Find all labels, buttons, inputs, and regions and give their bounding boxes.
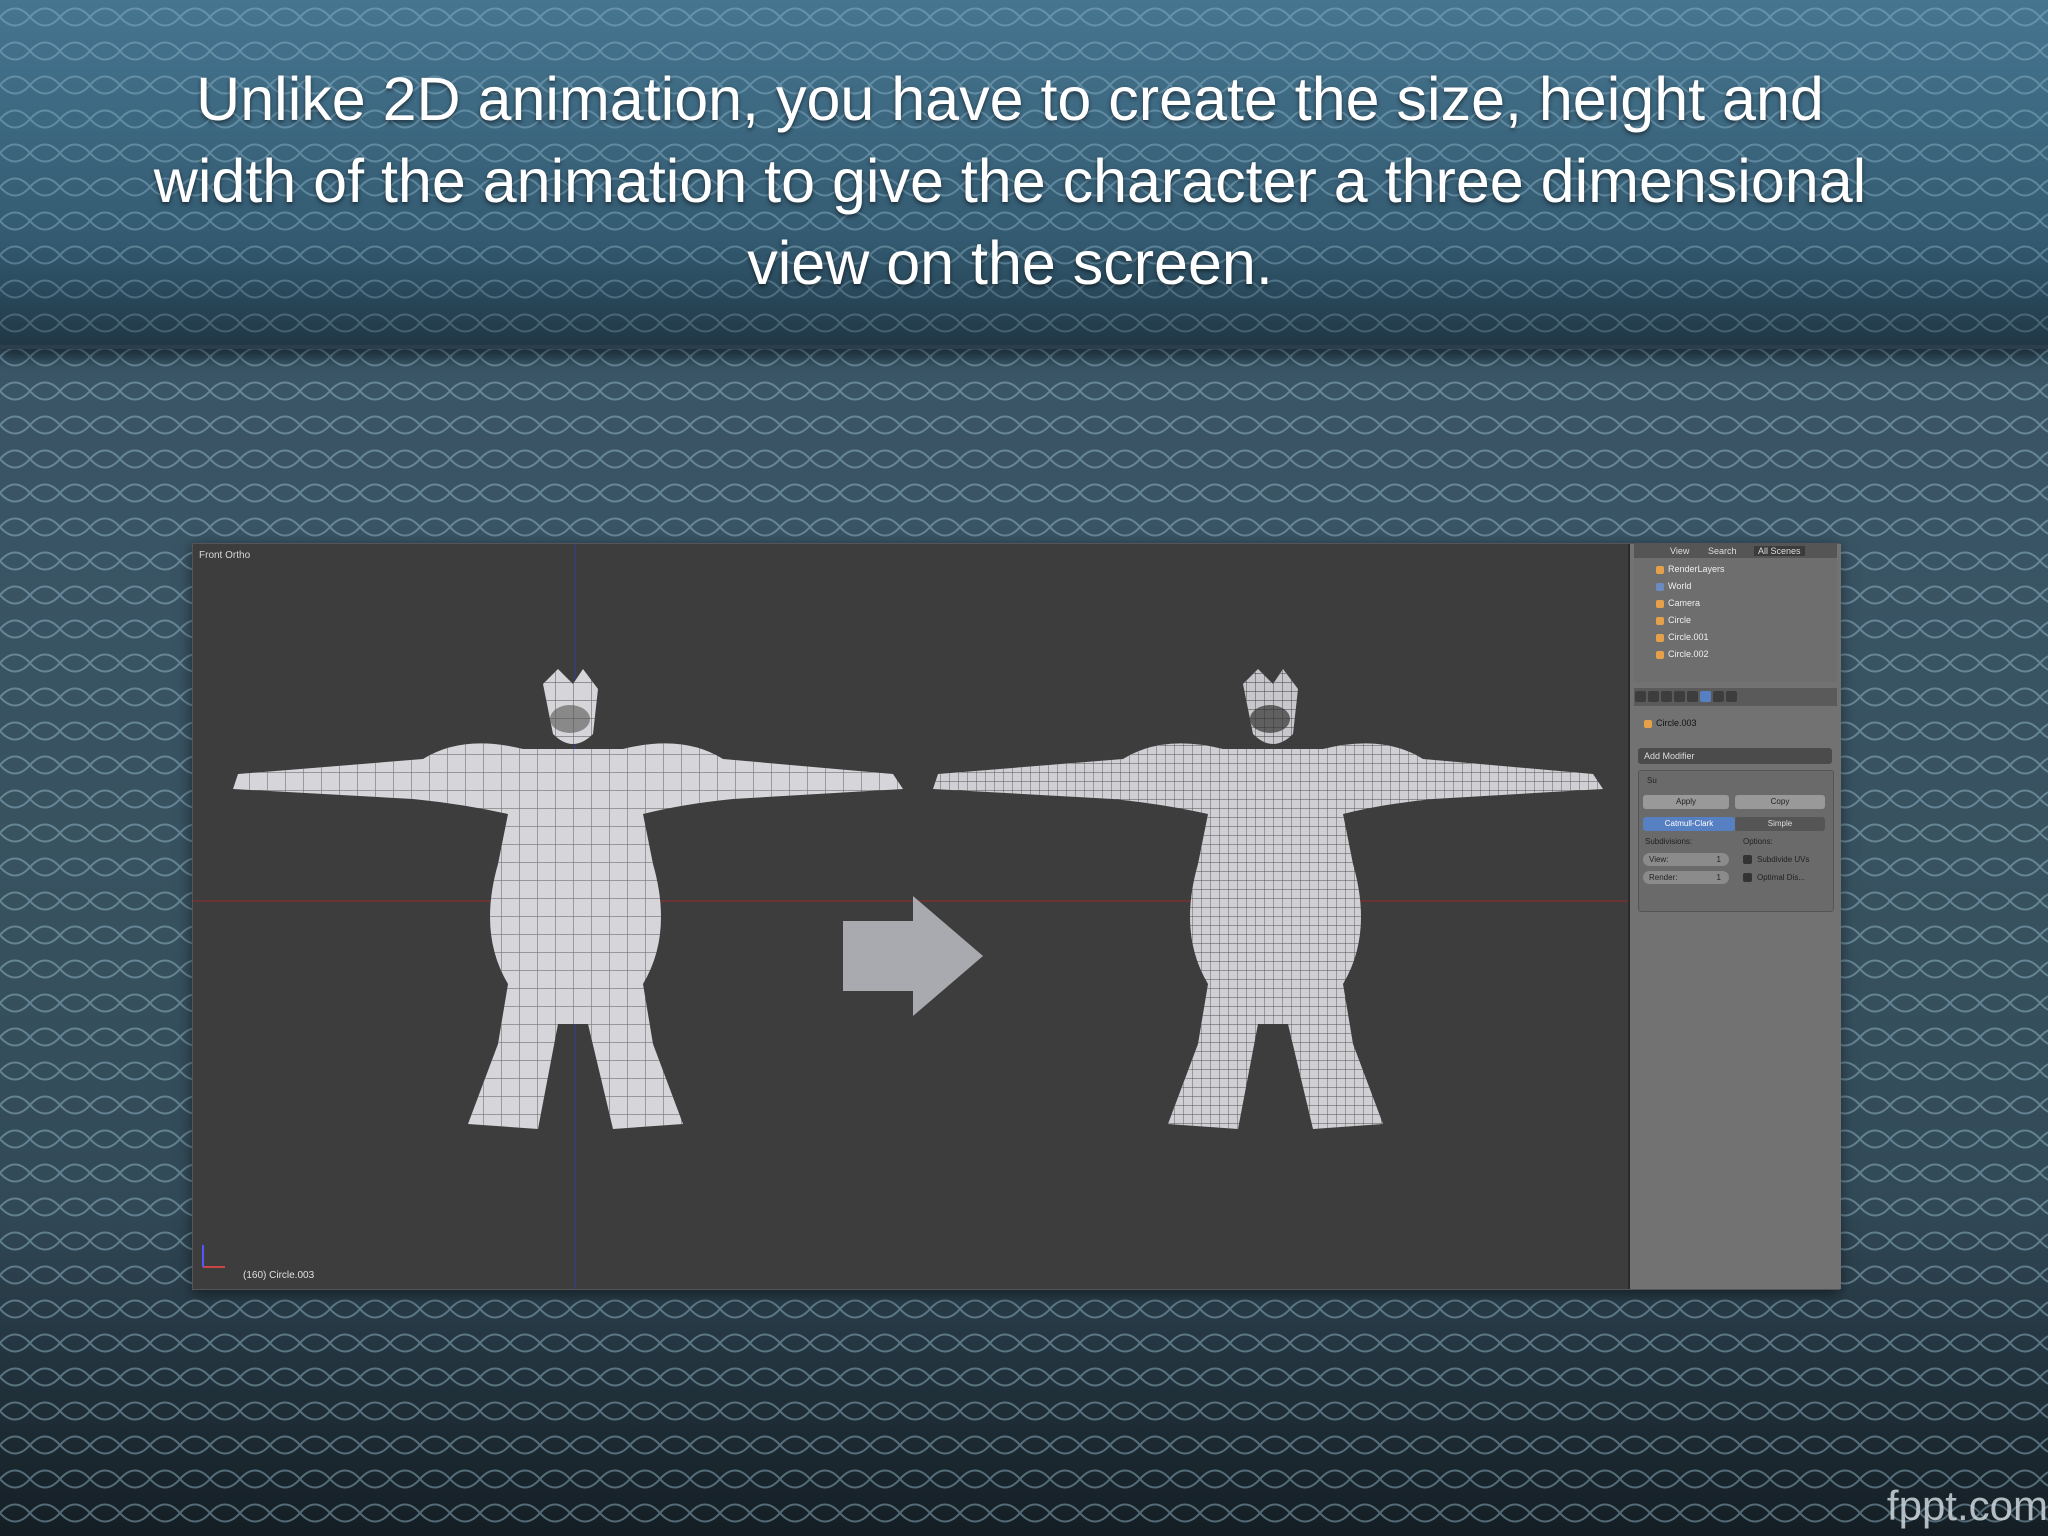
subsurf-modifier-panel: Su Apply Copy Catmull-Clark Simple Subdi… [1638,770,1834,912]
outliner-item-circle[interactable]: Circle [1656,615,1691,628]
subdivided-model [933,669,1603,1129]
tab-view[interactable]: View [1670,546,1689,556]
object-breadcrumb: Circle.003 [1644,718,1697,728]
view-levels-label: View: [1649,855,1669,864]
modifiers-tab-icon[interactable] [1700,691,1711,702]
mesh-icon [1656,650,1664,659]
world-tab-icon[interactable] [1661,691,1672,702]
modifier-name[interactable]: Su [1647,776,1657,785]
render-layers-icon [1656,565,1664,574]
outliner-item-label: World [1668,581,1692,591]
footer-brand: fppt.com [1886,1482,2048,1529]
render-levels-field[interactable]: Render: 1 [1643,871,1729,884]
low-poly-model [233,669,903,1129]
object-name: Circle.003 [1656,718,1697,728]
render-tab-icon[interactable] [1635,691,1646,702]
outliner-item-label: Circle.002 [1668,649,1709,659]
slide-title: Unlike 2D animation, you have to create … [153,65,1867,297]
object-icon [1644,719,1652,728]
object-tab-icon[interactable] [1674,691,1685,702]
view-levels-value: 1 [1716,855,1721,864]
copy-button[interactable]: Copy [1735,795,1825,809]
view-levels-field[interactable]: View: 1 [1643,853,1729,866]
scene-tab-icon[interactable] [1648,691,1659,702]
add-modifier-dropdown[interactable]: Add Modifier [1638,748,1832,764]
constraints-tab-icon[interactable] [1687,691,1698,702]
outliner-item-label: Circle.001 [1668,632,1709,642]
viewport-label: Front Ortho [199,550,251,561]
tab-all-scenes[interactable]: All Scenes [1754,546,1805,556]
outliner: View Search All Scenes RenderLayers Worl… [1634,544,1837,682]
data-tab-icon[interactable] [1713,691,1724,702]
properties-toolbar [1634,688,1837,706]
axis-gizmo-icon [202,1245,225,1268]
optimal-display-label: Optimal Dis... [1757,873,1806,882]
optimal-display-checkbox[interactable] [1743,873,1752,882]
outliner-item-circle-002[interactable]: Circle.002 [1656,649,1709,662]
frame-object-label: (160) Circle.003 [243,1270,315,1281]
outliner-item-label: RenderLayers [1668,564,1725,574]
catmull-clark-button[interactable]: Catmull-Clark [1643,817,1735,831]
outliner-item-label: Camera [1668,598,1701,608]
render-levels-value: 1 [1716,873,1721,882]
apply-button[interactable]: Apply [1643,795,1729,809]
outliner-item-label: Circle [1668,615,1692,625]
outliner-item-camera[interactable]: Camera [1656,598,1700,611]
subdivisions-label: Subdivisions: [1645,837,1693,846]
blender-screenshot: Front Ortho (160) Circle.003 View Search… [192,543,1841,1290]
options-label: Options: [1743,837,1773,846]
world-icon [1656,582,1664,591]
outliner-tabs: View Search All Scenes [1634,544,1837,558]
tab-search[interactable]: Search [1708,546,1737,556]
3d-viewport[interactable]: Front Ortho (160) Circle.003 [193,544,1628,1289]
camera-icon [1656,599,1664,608]
mesh-icon [1656,616,1664,625]
properties-panel: View Search All Scenes RenderLayers Worl… [1628,544,1841,1289]
material-tab-icon[interactable] [1726,691,1737,702]
simple-button[interactable]: Simple [1735,817,1825,831]
outliner-item-circle-001[interactable]: Circle.001 [1656,632,1709,645]
mesh-icon [1656,633,1664,642]
subdivide-uvs-checkbox[interactable] [1743,855,1752,864]
subdivide-uvs-label: Subdivide UVs [1757,855,1810,864]
render-levels-label: Render: [1649,873,1678,882]
outliner-item-world[interactable]: World [1656,581,1691,594]
outliner-item-renderlayers[interactable]: RenderLayers [1656,564,1725,577]
